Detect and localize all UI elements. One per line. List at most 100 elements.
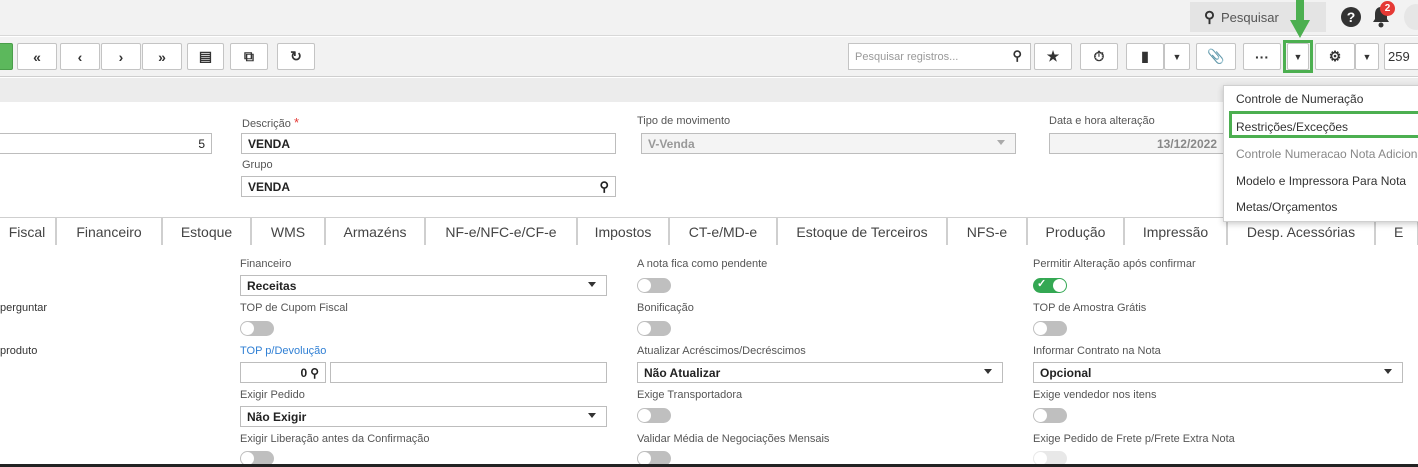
export-button[interactable]: ▮ [1126,43,1164,70]
data-field: 13/12/2022 [1049,133,1224,154]
financeiro-label: Financeiro [240,258,292,270]
help-icon[interactable]: ? [1341,7,1361,27]
informar-contrato-label: Informar Contrato na Nota [1033,345,1161,357]
top-cupom-toggle[interactable] [240,321,274,336]
avatar[interactable] [1404,4,1418,30]
last-record-button[interactable]: » [142,43,182,70]
tipo-select: V-Venda [641,133,1016,154]
record-number: 259 [1384,43,1418,70]
exigir-pedido-select[interactable]: Não Exigir [240,406,607,427]
top-cupom-label: TOP de Cupom Fiscal [240,302,348,314]
notification-badge: 2 [1380,1,1395,16]
bonificacao-toggle[interactable] [637,321,671,336]
search-icon[interactable]: ⚲ [310,366,319,380]
record-search-input[interactable]: Pesquisar registros... ⚲ [848,43,1031,70]
informar-contrato-value: Opcional [1040,365,1092,380]
gear-icon: ⚙ [1328,48,1342,64]
tab-wms[interactable]: WMS [251,217,325,245]
permitir-alteracao-toggle[interactable]: ✓ [1033,278,1067,293]
bonificacao-label: Bonificação [637,302,694,314]
tab-estoque[interactable]: Estoque [162,217,251,245]
next-record-button[interactable]: › [101,43,141,70]
ellipsis-icon: ··· [1255,48,1269,65]
tab-nfse[interactable]: NFS-e [947,217,1027,245]
tipo-value: V-Venda [648,136,695,151]
nota-pendente-label: A nota fica como pendente [637,258,768,270]
delete-button[interactable]: ▤ [187,43,224,70]
chevron-right-icon: › [118,48,124,65]
menu-item-controle-numeracao[interactable]: Controle de Numeração [1236,92,1363,106]
exige-transportadora-toggle[interactable] [637,408,671,423]
descricao-label: Descrição * [242,115,299,130]
descricao-field[interactable]: VENDA [241,133,616,154]
financeiro-value: Receitas [247,278,297,293]
data-label: Data e hora alteração [1049,115,1155,127]
menu-item-metas-orcamentos[interactable]: Metas/Orçamentos [1236,200,1337,214]
tab-nfe[interactable]: NF-e/NFC-e/CF-e [425,217,577,245]
attach-button[interactable]: 📎 [1196,43,1236,70]
exigir-pedido-value: Não Exigir [247,409,307,424]
exige-vendedor-toggle[interactable] [1033,408,1067,423]
descricao-value: VENDA [248,136,291,151]
double-chevron-right-icon: » [158,48,166,65]
export-menu-button[interactable]: ▼ [1164,43,1190,70]
grupo-label: Grupo [242,159,273,171]
tab-cte[interactable]: CT-e/MD-e [669,217,777,245]
refresh-icon: ↻ [290,48,302,64]
informar-contrato-select[interactable]: Opcional [1033,362,1403,383]
more-button[interactable]: ··· [1243,43,1281,70]
double-chevron-left-icon: « [33,48,41,65]
stopwatch-icon: ⏱ [1093,48,1105,64]
tab-impostos[interactable]: Impostos [577,217,669,245]
refresh-button[interactable]: ↻ [277,43,315,70]
top-devolucao-link[interactable]: TOP p/Devolução [240,345,326,357]
tab-estoque-terceiros[interactable]: Estoque de Terceiros [777,217,947,245]
top-amostra-toggle[interactable] [1033,321,1067,336]
record-search-placeholder: Pesquisar registros... [855,50,959,63]
tab-financeiro[interactable]: Financeiro [56,217,162,245]
top-devolucao-value: 0 [300,365,308,380]
more-dropdown-menu: Controle de Numeração Restrições/Exceçõe… [1223,85,1418,222]
chevron-left-icon: ‹ [77,48,83,65]
timer-button[interactable]: ⏱ [1080,43,1118,70]
atualizar-value: Não Atualizar [644,365,721,380]
tab-producao[interactable]: Produção [1027,217,1124,245]
star-icon: ★ [1046,48,1060,64]
caret-down-icon [997,140,1005,145]
menu-item-modelo-impressora[interactable]: Modelo e Impressora Para Nota [1236,174,1406,188]
caret-down-icon [1384,369,1392,374]
previous-record-button[interactable]: ‹ [60,43,100,70]
search-icon: ⚲ [1204,9,1215,26]
copy-icon: ⧉ [244,48,254,64]
toolbar: « ‹ › » ▤ ⧉ ↻ Pesquisar registros... ⚲ ★… [0,37,1418,77]
nota-pendente-toggle[interactable] [637,278,671,293]
exige-pedido-frete-label: Exige Pedido de Frete p/Frete Extra Nota [1033,433,1235,445]
settings-menu-button[interactable]: ▼ [1355,43,1379,70]
exigir-pedido-label: Exigir Pedido [240,389,305,401]
caret-down-icon [588,413,596,418]
menu-item-controle-numeracao-nota[interactable]: Controle Numeracao Nota Adicional [1236,147,1418,161]
paperclip-icon: 📎 [1207,48,1225,64]
settings-button[interactable]: ⚙ [1315,43,1355,70]
code-field[interactable]: 5 [0,133,212,154]
add-button[interactable] [0,43,13,70]
tab-armazens[interactable]: Armazéns [325,217,425,245]
menu-item-restricoes-excecoes[interactable]: Restrições/Exceções [1236,120,1348,134]
top-devolucao-field[interactable]: 0 ⚲ [240,362,326,383]
tab-bar: Fiscal Financeiro Estoque WMS Armazéns N… [0,217,1418,245]
search-icon: ⚲ [1012,48,1022,63]
financeiro-select[interactable]: Receitas [240,275,607,296]
favorite-button[interactable]: ★ [1034,43,1072,70]
grupo-field[interactable]: VENDA ⚲ [241,176,616,197]
exige-transportadora-label: Exige Transportadora [637,389,743,401]
tab-fiscal[interactable]: Fiscal [0,217,56,245]
top-devolucao-desc-field[interactable] [330,362,607,383]
left-partial-label-2: produto [0,345,38,357]
descricao-label-text: Descrição [242,118,291,130]
first-record-button[interactable]: « [17,43,57,70]
global-search-label: Pesquisar [1221,9,1279,25]
tab-impressao[interactable]: Impressão [1124,217,1227,245]
search-icon[interactable]: ⚲ [599,179,609,195]
atualizar-select[interactable]: Não Atualizar [637,362,1003,383]
copy-button[interactable]: ⧉ [230,43,268,70]
